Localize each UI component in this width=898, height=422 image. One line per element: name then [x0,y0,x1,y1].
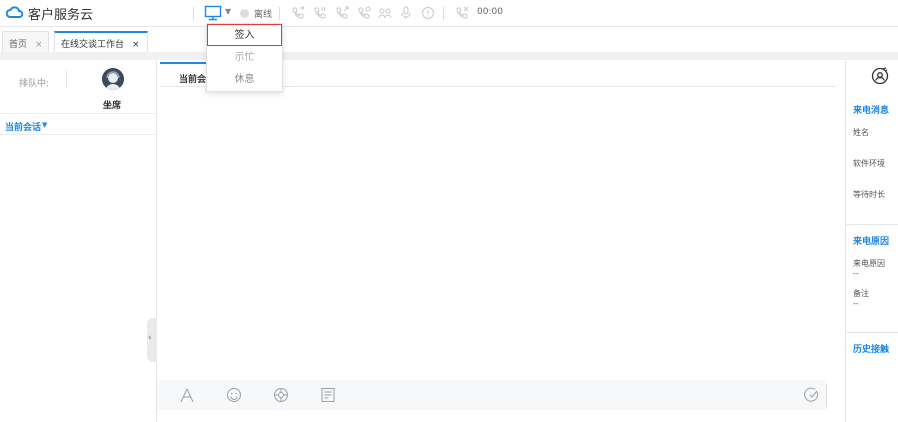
phone-hangup-icon[interactable] [455,6,469,20]
tab-online-chat-workbench[interactable]: 在线交谈工作台 × [54,31,148,52]
status-text: 离线 [254,10,273,20]
toolbar-divider [443,7,444,20]
app-title: 客户服务云 [28,8,94,23]
phone-consult-icon[interactable] [335,6,349,20]
agent-avatar-icon [102,68,124,90]
divider [66,70,67,88]
quick-reply-icon[interactable] [320,387,336,403]
chevron-left-icon[interactable]: ‹ [148,333,152,343]
queue-label: 排队中: [19,79,50,89]
tab-home[interactable]: 首页 × [2,31,49,52]
chevron-down-icon[interactable]: ▼ [42,121,47,129]
divider [845,224,898,225]
incoming-message-title: 来电消息 [853,106,890,116]
agent-avatar[interactable] [102,68,124,90]
font-icon[interactable] [179,387,195,403]
contact-card-icon[interactable] [871,67,889,85]
agent-label: 坐席 [103,101,122,111]
emoji-icon[interactable] [226,387,242,403]
three-way-icon[interactable] [378,6,392,20]
screenshot-icon[interactable] [273,387,289,403]
left-panel [0,60,156,422]
content-top-strip [0,52,898,60]
info-icon[interactable] [421,6,435,20]
close-icon[interactable]: × [35,40,43,50]
end-chat-icon[interactable] [804,387,820,403]
close-icon[interactable]: × [132,40,140,50]
history-contact-title[interactable]: 历史接触 [853,342,889,355]
call-reason-title: 来电原因 [853,237,890,247]
tab-label: 首页 [9,40,28,50]
chat-area [156,60,836,422]
toolbar-divider [279,7,280,20]
call-timer: 00:00 [477,7,503,17]
phone-hold-icon[interactable] [313,6,327,20]
divider [0,113,156,114]
menu-item-rest[interactable]: 休息 [207,69,282,91]
toolbar-divider [193,7,194,20]
divider [826,384,827,406]
remark-value: -- [853,299,859,308]
chevron-down-icon[interactable]: ▼ [225,7,231,16]
menu-item-busy[interactable]: 示忙 [207,47,282,69]
status-dropdown-menu: 签入 示忙 休息 [206,23,283,92]
software-env-label: 软件环境 [853,159,885,168]
status-dot [240,9,249,18]
phone-conference-icon[interactable] [357,6,371,20]
mic-icon[interactable] [399,6,413,20]
monitor-icon[interactable] [204,5,222,21]
call-reason-value: -- [853,269,859,278]
tab-label: 在线交谈工作台 [61,40,125,50]
phone-transfer-icon[interactable] [291,6,305,20]
divider [0,134,156,135]
remark-label: 备注 [853,289,869,298]
chat-toolbar [157,380,827,410]
top-bar [0,0,898,27]
menu-item-check-in[interactable]: 签入 [207,24,282,46]
current-conversation-dropdown[interactable]: 当前会话 [5,120,41,133]
divider [845,332,898,333]
tab-bar: 首页 × 在线交谈工作台 × [0,28,898,52]
call-reason-label: 来电原因 [853,259,885,268]
name-label: 姓名 [853,128,869,137]
wait-time-label: 等待时长 [853,190,885,199]
cloud-logo-icon [6,6,24,18]
